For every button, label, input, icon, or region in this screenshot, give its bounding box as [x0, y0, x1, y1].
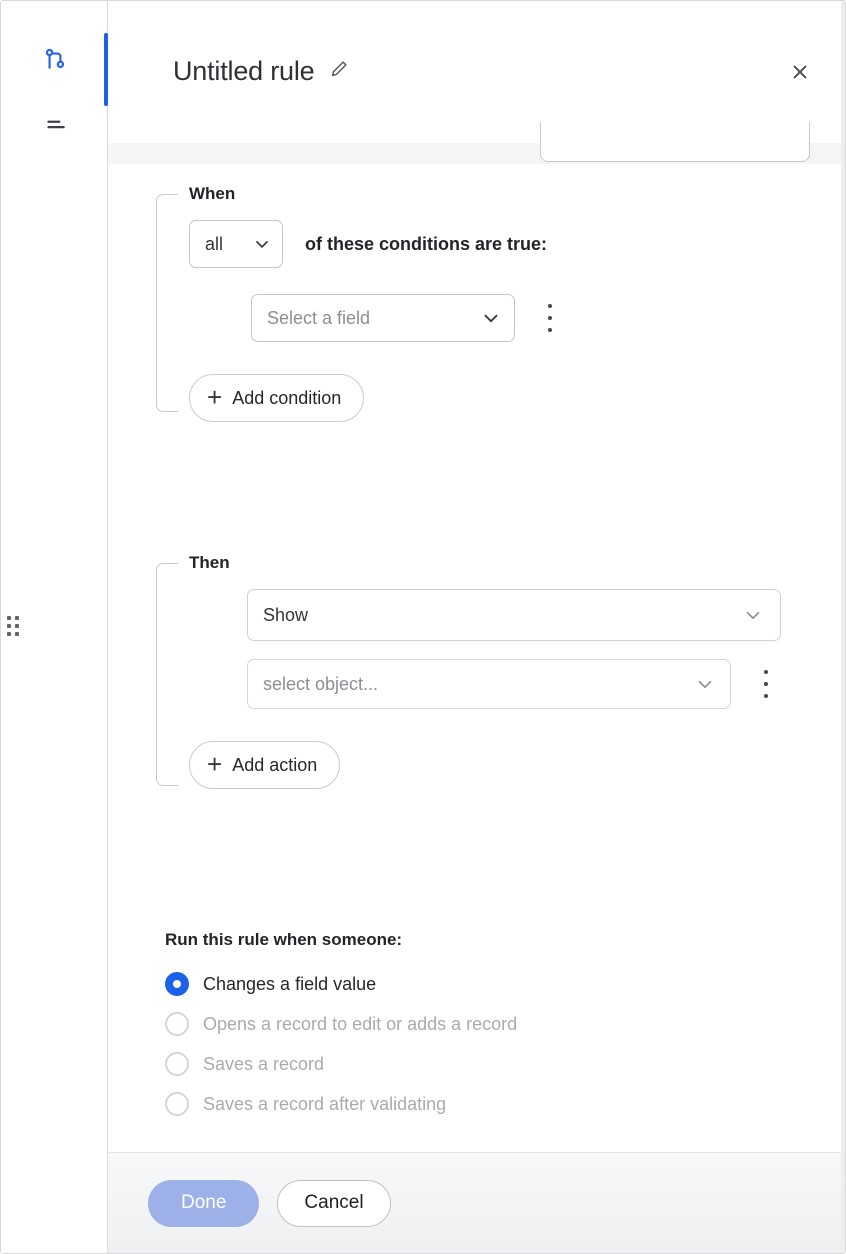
- when-group-content: all of these conditions are true: Select…: [189, 220, 563, 422]
- add-condition-wrap: + Add condition: [189, 374, 563, 422]
- action-row-menu[interactable]: [753, 667, 779, 701]
- trigger-option-changes-field[interactable]: Changes a field value: [165, 964, 725, 1004]
- action-object-select[interactable]: select object...: [247, 659, 731, 709]
- action-type-value: Show: [263, 604, 309, 625]
- rule-title-text: Untitled rule: [173, 56, 315, 86]
- add-action-label: Add action: [232, 754, 318, 775]
- trigger-option-label: Changes a field value: [203, 973, 377, 994]
- chevron-down-icon: [742, 604, 764, 626]
- then-group-content: Show select object... + Add action: [189, 589, 781, 789]
- rule-body: When all of these conditions are true: S…: [108, 164, 845, 1152]
- radio-icon: [165, 1012, 189, 1036]
- kebab-menu-icon: [764, 670, 768, 674]
- trigger-heading: Run this rule when someone:: [165, 930, 403, 949]
- action-type-select[interactable]: Show: [247, 589, 781, 641]
- trigger-option-saves-after-validating: Saves a record after validating: [165, 1084, 725, 1124]
- plus-icon: +: [207, 382, 223, 412]
- trigger-section: Run this rule when someone: Changes a fi…: [165, 930, 725, 1124]
- radio-icon: [165, 1092, 189, 1116]
- chevron-down-icon: [694, 673, 716, 695]
- panel-footer: Done Cancel: [108, 1152, 845, 1253]
- add-condition-button[interactable]: + Add condition: [189, 374, 365, 422]
- trigger-option-opens-record: Opens a record to edit or adds a record: [165, 1004, 725, 1044]
- sidebar-item-rules[interactable]: [1, 43, 108, 79]
- done-button[interactable]: Done: [148, 1179, 260, 1227]
- scroll-gutter[interactable]: [841, 1, 845, 1253]
- chevron-down-icon: [252, 234, 272, 254]
- when-group-label: When: [189, 184, 242, 204]
- plus-icon: +: [207, 749, 223, 779]
- close-icon: [789, 61, 811, 88]
- trigger-option-label: Saves a record after validating: [203, 1093, 447, 1114]
- menu-list-icon: [42, 112, 68, 143]
- radio-icon: [165, 972, 189, 996]
- add-condition-label: Add condition: [232, 387, 342, 408]
- match-type-value: all: [205, 233, 224, 254]
- toolbar-band: [108, 122, 845, 164]
- trigger-option-label: Opens a record to edit or adds a record: [203, 1013, 518, 1034]
- trigger-option-label: Saves a record: [203, 1053, 325, 1074]
- when-group-bracket: [156, 194, 178, 412]
- kebab-menu-icon: [548, 304, 552, 308]
- pencil-icon[interactable]: [328, 56, 350, 87]
- match-type-row: all of these conditions are true:: [189, 220, 563, 268]
- chevron-down-icon: [480, 307, 502, 329]
- left-sidebar: [1, 1, 108, 1253]
- then-group-bracket: [156, 563, 178, 786]
- cancel-button[interactable]: Cancel: [277, 1179, 391, 1227]
- branch-rule-icon: [42, 46, 68, 77]
- add-action-button[interactable]: + Add action: [189, 741, 341, 789]
- action-object-row: select object...: [247, 659, 781, 709]
- rule-editor-panel: Untitled rule When all of these conditio…: [108, 1, 845, 1253]
- condition-field-placeholder: Select a field: [267, 307, 371, 328]
- action-type-row: Show: [247, 589, 781, 641]
- sidebar-item-menu[interactable]: [1, 109, 108, 145]
- condition-field-select[interactable]: Select a field: [251, 294, 515, 342]
- active-rail-indicator: [104, 33, 108, 106]
- close-button[interactable]: [780, 54, 820, 94]
- then-group-label: Then: [189, 553, 236, 573]
- radio-icon: [165, 1052, 189, 1076]
- condition-row: Select a field: [251, 294, 563, 342]
- condition-row-menu[interactable]: [537, 301, 563, 335]
- action-object-placeholder: select object...: [263, 673, 379, 694]
- conditions-caption: of these conditions are true:: [305, 233, 548, 254]
- page-title: Untitled rule: [173, 56, 350, 87]
- add-action-wrap: + Add action: [189, 741, 781, 789]
- drag-dots-icon[interactable]: [7, 616, 21, 638]
- overflow-control-stub: [540, 122, 810, 162]
- match-type-select[interactable]: all: [189, 220, 283, 268]
- app-root: Untitled rule When all of these conditio…: [0, 0, 846, 1254]
- trigger-option-saves-record: Saves a record: [165, 1044, 725, 1084]
